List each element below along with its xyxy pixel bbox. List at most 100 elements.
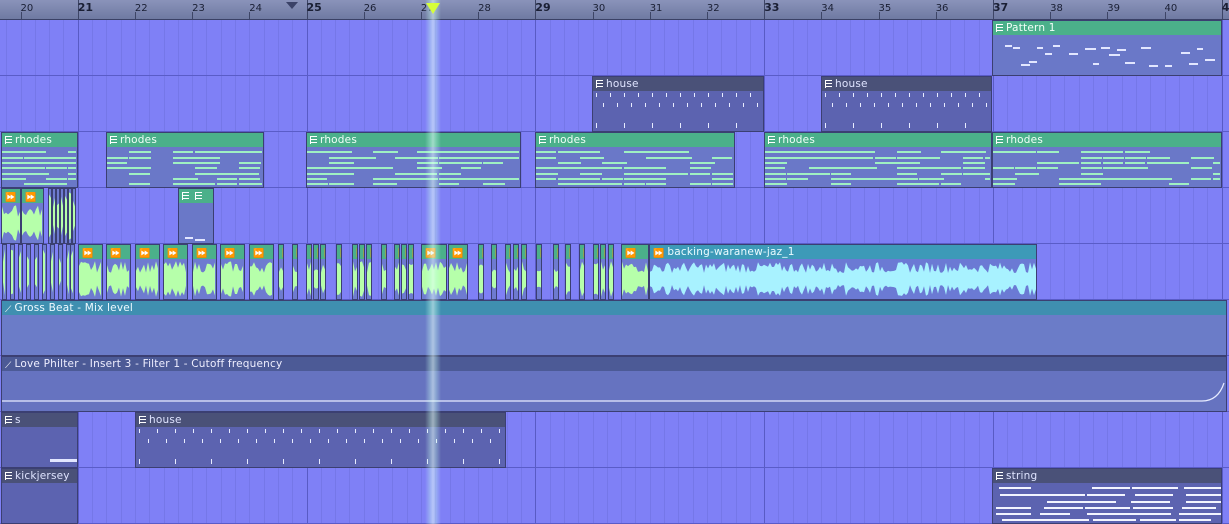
waveform (11, 245, 14, 299)
audio-clip[interactable]: ⏩ (521, 244, 527, 300)
audio-clip[interactable]: ⏩ (593, 244, 599, 300)
waveform (492, 259, 496, 299)
audio-clip[interactable]: ⏩ (220, 244, 245, 300)
pattern-clip-pattern-1[interactable]: Pattern 1 (992, 20, 1222, 76)
note (602, 183, 622, 185)
note (930, 103, 931, 107)
waveform (594, 259, 598, 299)
audio-clip[interactable] (10, 244, 15, 300)
audio-clip[interactable]: ⏩ (278, 244, 284, 300)
audio-clip[interactable] (18, 244, 23, 300)
note (646, 151, 669, 153)
note (499, 459, 500, 464)
clip-header: ⏩ (554, 245, 558, 259)
waveform (79, 259, 102, 299)
audio-clip[interactable] (26, 244, 31, 300)
audio-clip[interactable]: ⏩ (249, 244, 274, 300)
loop-marker-icon[interactable] (286, 2, 298, 9)
audio-clip[interactable]: ⏩ (608, 244, 614, 300)
pattern-clip-house[interactable]: house (821, 76, 992, 132)
waveform-shape (514, 266, 518, 292)
audio-clip[interactable]: ⏩ (381, 244, 387, 300)
audio-clip[interactable]: ⏩ (336, 244, 342, 300)
clip-notes (593, 91, 763, 131)
pattern-clip-s[interactable]: s (1, 412, 78, 468)
audio-clip[interactable]: ⏩ (366, 244, 372, 300)
ruler-bar-number: 30 (592, 3, 606, 14)
note (417, 178, 438, 180)
note (211, 429, 212, 433)
note (1086, 501, 1116, 503)
audio-clip[interactable] (2, 244, 7, 300)
waveform-shape (650, 262, 1036, 296)
audio-clip[interactable]: ⏩ (1, 188, 21, 244)
pattern-clip-kickjersey[interactable]: kickjersey (1, 468, 78, 524)
audio-clip[interactable]: ⏩ (478, 244, 484, 300)
automation-clip-gross-beat[interactable]: ⟋ Gross Beat - Mix level (1, 300, 1227, 356)
pattern-clip-rhodes[interactable]: rhodes (764, 132, 992, 188)
audio-clip-icon: ⏩ (356, 250, 357, 259)
audio-clip[interactable]: ⏩ (621, 244, 649, 300)
audio-clip[interactable]: ⏩ (292, 244, 298, 300)
pattern-clip-house[interactable]: house (135, 412, 506, 468)
audio-clip[interactable]: ⏩ (21, 188, 44, 244)
playhead-marker-icon[interactable] (426, 3, 440, 14)
audio-clip-backing[interactable]: ⏩ backing-waranew-jaz_1 (649, 244, 1037, 300)
pattern-clip[interactable] (178, 188, 214, 244)
pattern-clip-rhodes[interactable]: rhodes (1, 132, 78, 188)
pattern-clip-rhodes[interactable]: rhodes (306, 132, 521, 188)
pattern-clip-string[interactable]: string (992, 468, 1222, 524)
waveform (580, 259, 584, 299)
audio-clip[interactable]: ⏩ (553, 244, 559, 300)
note (173, 183, 195, 185)
audio-clip[interactable]: ⏩ (359, 244, 365, 300)
note (919, 157, 940, 159)
note (1037, 167, 1058, 169)
note (195, 162, 220, 164)
audio-clip[interactable] (42, 244, 47, 300)
note (736, 123, 737, 128)
automation-clip-love-philter[interactable]: ⟋ Love Philter - Insert 3 - Filter 1 - Cu… (1, 356, 1227, 412)
audio-clip[interactable]: ⏩ (505, 244, 511, 300)
pattern-clip-house[interactable]: house (592, 76, 764, 132)
audio-clip[interactable]: ⏩ (408, 244, 414, 300)
audio-clip[interactable]: ⏩ (421, 244, 447, 300)
audio-clip[interactable]: ⏩ (448, 244, 468, 300)
audio-clip[interactable]: ⏩ (536, 244, 542, 300)
note (853, 157, 873, 159)
audio-clip[interactable]: ⏩ (306, 244, 312, 300)
pattern-clip-rhodes[interactable]: rhodes (106, 132, 264, 188)
audio-clip[interactable]: ⏩ (565, 244, 571, 300)
audio-clip[interactable]: ⏩ (135, 244, 160, 300)
audio-clip[interactable]: ⏩ (579, 244, 585, 300)
note (427, 459, 428, 464)
timeline-ruler[interactable]: 20 21 22 23 24 25 26 27 28 29 30 31 32 33 34 35 36 37 38 39… (0, 0, 1229, 20)
note (668, 157, 692, 159)
audio-clip[interactable]: ⏩ (513, 244, 519, 300)
audio-clip[interactable]: ⏩ (163, 244, 188, 300)
audio-clip[interactable] (50, 244, 55, 300)
audio-clip[interactable] (58, 244, 63, 300)
audio-clip[interactable]: ⏩ (394, 244, 400, 300)
audio-clip[interactable] (70, 244, 75, 300)
clip-header: ⏩ (136, 245, 159, 259)
audio-clip[interactable]: ⏩ (352, 244, 358, 300)
audio-clip[interactable] (72, 188, 76, 244)
audio-clip-icon: ⏩ (625, 249, 637, 259)
note (897, 173, 917, 175)
audio-clip[interactable]: ⏩ (600, 244, 606, 300)
audio-clip[interactable]: ⏩ (78, 244, 103, 300)
audio-clip[interactable]: ⏩ (491, 244, 497, 300)
audio-clip[interactable]: ⏩ (401, 244, 407, 300)
audio-clip[interactable]: ⏩ (313, 244, 319, 300)
note (787, 173, 811, 175)
audio-clip[interactable]: ⏩ (106, 244, 131, 300)
audio-clip[interactable]: ⏩ (320, 244, 326, 300)
waveform-shape (402, 264, 406, 294)
audio-clip[interactable]: ⏩ (192, 244, 217, 300)
audio-clip[interactable] (34, 244, 39, 300)
pattern-clip-rhodes[interactable]: rhodes (535, 132, 735, 188)
pattern-clip-rhodes[interactable]: rhodes (992, 132, 1222, 188)
waveform (449, 259, 467, 299)
note (602, 167, 622, 169)
